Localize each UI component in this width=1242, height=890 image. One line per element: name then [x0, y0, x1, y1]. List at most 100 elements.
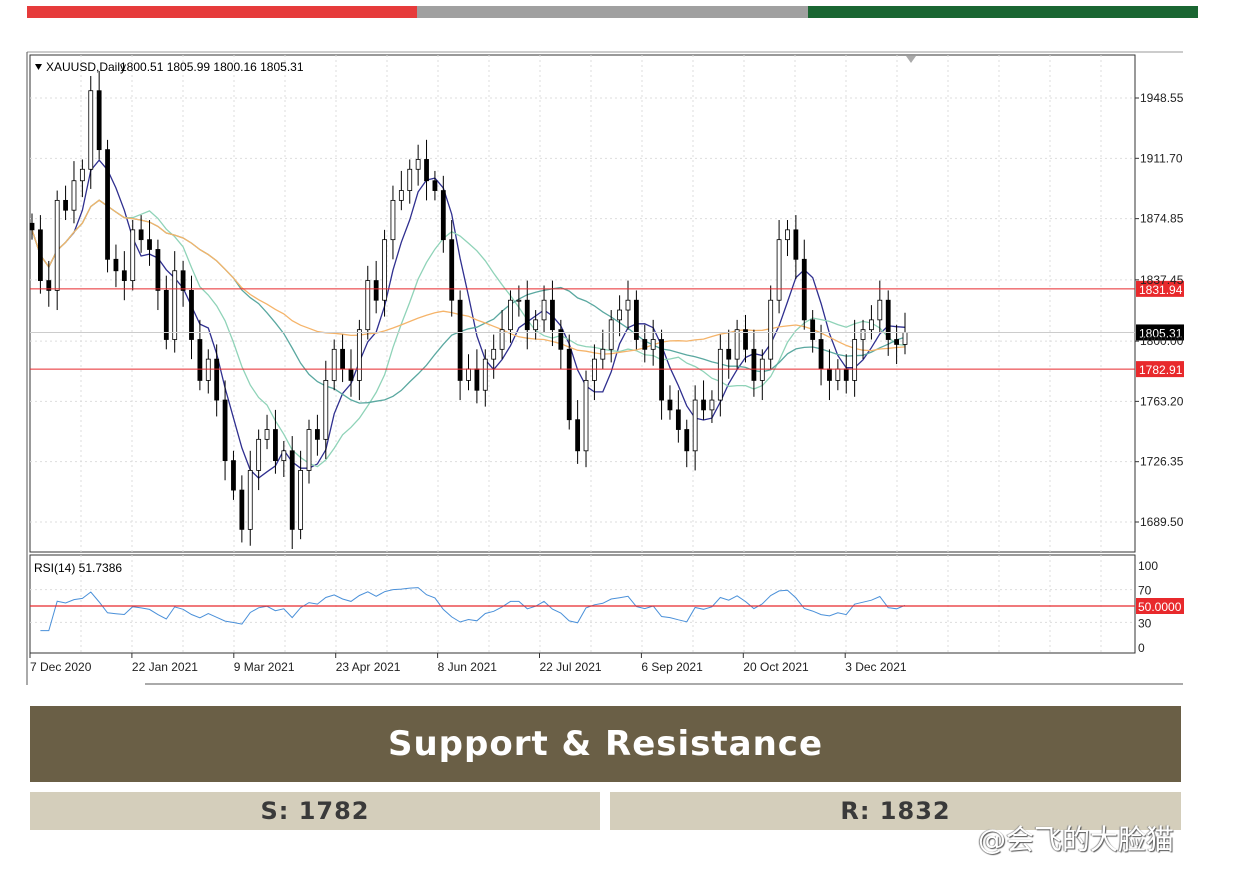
candle-body	[592, 358, 597, 381]
candle-body	[247, 470, 253, 530]
candle-body	[625, 299, 631, 311]
candle-body	[810, 319, 816, 340]
x-tick-label: 7 Dec 2020	[30, 660, 92, 674]
candle-body	[818, 339, 824, 370]
y-tick-label: 1763.20	[1140, 394, 1184, 408]
candle-body	[583, 380, 589, 452]
y-tick-label: 1911.70	[1140, 151, 1183, 165]
candle-body	[701, 399, 706, 411]
candle-body	[684, 429, 690, 452]
candle-body	[617, 309, 622, 321]
candle-body	[121, 270, 127, 281]
candle-body	[365, 280, 371, 331]
x-tick-label: 8 Jun 2021	[438, 660, 498, 674]
candle-body	[415, 159, 421, 170]
candle-body	[180, 270, 186, 291]
y-tick-label: 1874.85	[1140, 212, 1184, 226]
x-tick-label: 22 Jan 2021	[132, 660, 198, 674]
candle-body	[231, 460, 236, 491]
candle-body	[667, 399, 673, 411]
candle-body	[214, 358, 220, 401]
candle-body	[491, 348, 497, 360]
x-tick-label: 6 Sep 2021	[641, 660, 703, 674]
candle-body	[205, 358, 211, 381]
candle-body	[96, 90, 102, 151]
candle-body	[516, 299, 522, 302]
support-resistance-banner: Support & Resistance	[30, 706, 1181, 782]
candle-body	[256, 438, 262, 471]
price-label: 1782.91	[1139, 363, 1183, 377]
candle-body	[550, 299, 555, 331]
candle-body	[801, 258, 807, 321]
y-tick-label: 1689.50	[1140, 515, 1184, 529]
price-chart: 1831.941782.911805.31 1948.551911.701874…	[26, 51, 1184, 685]
rsi-line	[40, 587, 906, 632]
candle-body	[852, 339, 858, 381]
candle-body	[474, 368, 480, 391]
symbol-title: XAUUSD,Daily	[46, 60, 126, 74]
rsi-tick-label: 30	[1138, 616, 1152, 630]
candle-body	[793, 229, 799, 260]
candle-body	[508, 299, 513, 331]
x-tick-label: 20 Oct 2021	[743, 660, 809, 674]
collapse-triangle-icon[interactable]	[35, 64, 42, 70]
candle-body	[877, 299, 883, 321]
candle-body	[289, 450, 295, 530]
y-tick-label: 1948.55	[1140, 91, 1184, 105]
candle-body	[197, 339, 203, 381]
candle-body	[675, 409, 681, 430]
candle-body	[130, 229, 136, 281]
candle-body	[709, 399, 715, 411]
rsi-pane	[29, 554, 1136, 654]
candle-body	[633, 299, 639, 340]
candle-body	[356, 329, 362, 381]
candle-body	[759, 358, 765, 381]
candle-body	[63, 199, 68, 211]
candle-body	[642, 339, 648, 350]
candle-body	[432, 180, 438, 191]
candle-body	[894, 339, 900, 345]
candle-body	[172, 270, 178, 340]
candle-body	[659, 339, 664, 401]
watermark: @会飞的大脸猫	[978, 823, 1175, 856]
candle-body	[650, 339, 656, 350]
candle-body	[264, 429, 270, 440]
candle-body	[79, 168, 85, 182]
y-tick-label: 1837.45	[1140, 273, 1184, 287]
shift-marker-icon[interactable]	[906, 56, 916, 63]
candle-body	[692, 399, 698, 452]
candle-body	[138, 229, 144, 241]
candle-body	[29, 222, 35, 231]
x-tick-label: 23 Apr 2021	[336, 660, 401, 674]
x-tick-label: 22 Jul 2021	[540, 660, 602, 674]
candle-body	[407, 168, 413, 191]
candle-body	[281, 450, 287, 462]
candle-body	[315, 429, 320, 440]
x-tick-label: 3 Dec 2021	[845, 660, 907, 674]
candle-body	[541, 299, 547, 321]
candle-body	[398, 190, 404, 201]
candle-body	[222, 399, 228, 462]
candle-body	[382, 239, 387, 301]
candle-body	[835, 368, 841, 381]
candle-body	[726, 348, 732, 360]
rsi-level-label: 50.0000	[1138, 600, 1182, 614]
candle-body	[37, 229, 43, 281]
candle-body	[239, 489, 245, 530]
candle-body	[273, 429, 278, 462]
rsi-tick-label: 0	[1138, 641, 1145, 655]
candle-body	[54, 199, 60, 291]
candle-body	[768, 299, 774, 360]
rsi-tick-label: 70	[1138, 584, 1152, 598]
candle-body	[524, 299, 530, 331]
candle-body	[608, 319, 614, 350]
candle-body	[298, 470, 304, 530]
candle-body	[113, 258, 119, 272]
candle-body	[751, 348, 757, 381]
candle-body	[902, 332, 908, 345]
candle-body	[869, 319, 874, 331]
y-tick-label: 1726.35	[1140, 455, 1184, 469]
candle-body	[843, 368, 849, 381]
support-level: S: 1782	[30, 792, 600, 830]
candle-body	[457, 299, 463, 381]
